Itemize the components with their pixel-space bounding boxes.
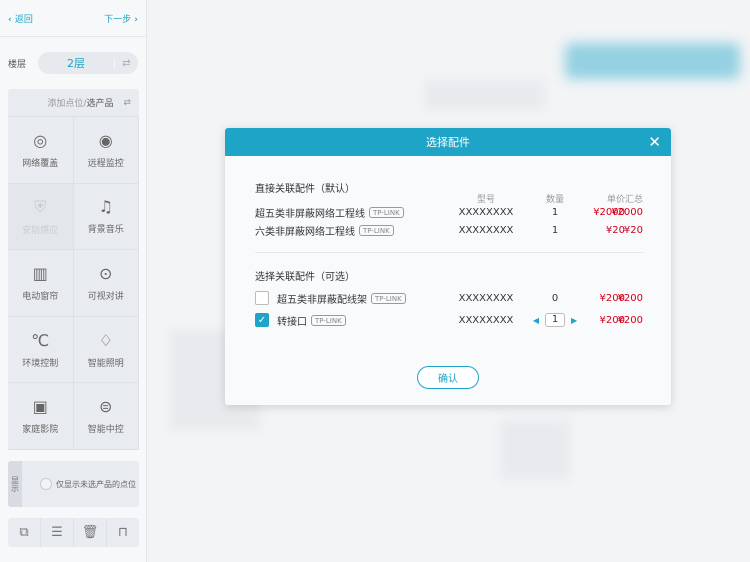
accessory-row: ✓ 转接口 TP-LINK XXXXXXXX ◀ 1 ▶ ¥200 ¥200 — [255, 313, 643, 328]
camera-icon: ◉ — [98, 130, 113, 150]
category-label: 环境控制 — [22, 358, 59, 369]
chevron-left-icon: ‹ — [8, 14, 12, 25]
header-model: 型号 — [476, 194, 495, 205]
list-search-icon[interactable]: ☰ — [41, 518, 74, 547]
swap-icon: ⇄ — [123, 97, 131, 108]
model-value: XXXXXXXX — [458, 224, 514, 236]
qty-value: 1 — [551, 206, 559, 218]
back-label: 返回 — [14, 14, 33, 25]
temperature-icon: ℃ — [31, 330, 50, 350]
model-value: XXXXXXXX — [458, 206, 514, 218]
shield-icon: ⛨ — [34, 196, 47, 216]
category-label: 安防感应 — [22, 225, 59, 236]
model-value: XXXXXXXX — [458, 314, 514, 326]
header-total: 汇总 — [624, 194, 643, 205]
category-label: 远程监控 — [87, 158, 124, 169]
category-video[interactable]: ▣ 家庭影院 — [8, 383, 74, 450]
category-label: 背景音乐 — [87, 225, 124, 236]
accessory-row: 超五类非屏蔽网络工程线 TP-LINK XXXXXXXX 1 ¥2000 ¥2000 — [255, 205, 643, 220]
curtain-icon: ▥ — [32, 263, 48, 283]
category-label: 可视对讲 — [87, 291, 124, 302]
chevron-right-icon: › — [134, 14, 138, 25]
select-accessories-dialog: 选择配件 ✕ 直接关联配件（默认） 型号 数量 单价 汇总 超五类非屏蔽网络工程线… — [225, 128, 671, 405]
video-icon: ▣ — [32, 397, 48, 417]
next-label: 下一步 — [104, 14, 132, 25]
accessory-row: 六类非屏蔽网络工程线 TP-LINK XXXXXXXX 1 ¥20 ¥20 — [255, 223, 643, 238]
category-label: 智能照明 — [87, 358, 124, 369]
intercom-icon: ⊙ — [99, 263, 113, 283]
floor-value: 2层 — [67, 57, 85, 70]
category-camera[interactable]: ◉ 远程监控 — [73, 117, 139, 184]
category-label: 网络覆盖 — [22, 158, 59, 169]
optional-section-title: 选择关联配件（可选） — [255, 272, 355, 283]
category-grid: 添加点位/选产品 ⇄ ◎ 网络覆盖 ◉ 远程监控 ⛨ 安防感应 ♫ 背景音乐 ▥ 电动窗帘 ⊙ 可视对讲… — [8, 89, 139, 450]
add-point-label: 添加点位/ — [47, 99, 87, 109]
grid-header[interactable]: 添加点位/选产品 ⇄ — [8, 89, 139, 117]
sidebar: ‹ 返回 下一步 › 楼层 2层 ⇄ 添加点位/选产品 ⇄ ◎ 网络覆盖 ◉ 远程监控 ⛨… — [0, 0, 147, 562]
confirm-button[interactable]: 确认 — [417, 366, 479, 389]
accessory-row: 超五类非屏蔽配线架 TP-LINK XXXXXXXX 0 ¥200 ¥200 — [255, 291, 643, 306]
image-edit-icon[interactable]: ⧉ — [8, 518, 41, 547]
header-qty: 数量 — [545, 194, 564, 205]
decrement-icon[interactable]: ◀ — [533, 316, 539, 325]
brand-tag: TP-LINK — [369, 206, 404, 218]
qty-input[interactable]: 1 — [545, 313, 565, 327]
control-icon: ⊜ — [99, 397, 113, 417]
dialog-title: 选择配件 — [426, 136, 470, 149]
accessory-name: 转接口 — [277, 316, 307, 328]
category-control[interactable]: ⊜ 智能中控 — [73, 383, 139, 450]
close-icon[interactable]: ✕ — [648, 133, 661, 151]
category-intercom[interactable]: ⊙ 可视对讲 — [73, 250, 139, 317]
toolbar: ⧉ ☰ 🗑 ⊓ — [8, 518, 139, 547]
category-shield[interactable]: ⛨ 安防感应 — [8, 183, 74, 251]
qty-stepper[interactable]: ◀ 1 ▶ — [530, 313, 580, 327]
category-music[interactable]: ♫ 背景音乐 — [73, 183, 139, 251]
category-curtain[interactable]: ▥ 电动窗帘 — [8, 250, 74, 317]
next-button[interactable]: 下一步 › — [104, 12, 138, 25]
floor-selector: 楼层 2层 ⇄ — [8, 52, 138, 74]
unselected-only-label: 仅显示未选产品的点位 — [56, 479, 136, 489]
brand-tag: TP-LINK — [359, 224, 394, 236]
total-price: ¥200 — [617, 314, 643, 326]
lamp-icon: ♢ — [98, 330, 113, 350]
divider — [255, 252, 643, 253]
display-filter: 显示 仅显示未选产品的点位 — [8, 461, 139, 507]
qty-value: 1 — [551, 224, 559, 236]
display-tag: 显示 — [8, 461, 22, 507]
select-product-label: 选产品 — [86, 99, 114, 109]
total-price: ¥20 — [623, 224, 643, 236]
qty-value: 0 — [551, 292, 559, 304]
category-label: 智能中控 — [87, 425, 124, 436]
swap-icon[interactable]: ⇄ — [114, 57, 138, 69]
wifi-tower-icon: ◎ — [33, 130, 48, 150]
accessory-name: 六类非屏蔽网络工程线 — [255, 226, 355, 238]
dialog-header: 选择配件 ✕ — [225, 128, 671, 156]
brand-tag: TP-LINK — [371, 292, 406, 304]
category-temperature[interactable]: ℃ 环境控制 — [8, 316, 74, 384]
accessory-checkbox[interactable] — [255, 291, 269, 305]
total-price: ¥2000 — [611, 206, 643, 218]
category-lamp[interactable]: ♢ 智能照明 — [73, 316, 139, 384]
column-headers: 型号 数量 单价 汇总 — [255, 191, 643, 205]
top-nav: ‹ 返回 下一步 › — [0, 0, 146, 37]
category-label: 电动窗帘 — [22, 291, 59, 302]
back-button[interactable]: ‹ 返回 — [8, 12, 33, 25]
unselected-only-radio[interactable] — [40, 478, 52, 490]
total-price: ¥200 — [617, 292, 643, 304]
category-wifi-tower[interactable]: ◎ 网络覆盖 — [8, 117, 74, 184]
bag-icon[interactable]: ⊓ — [107, 518, 139, 547]
music-icon: ♫ — [98, 197, 113, 217]
floor-pill[interactable]: 2层 ⇄ — [38, 52, 138, 74]
model-value: XXXXXXXX — [458, 292, 514, 304]
floor-label: 楼层 — [8, 59, 27, 70]
brand-tag: TP-LINK — [311, 314, 346, 326]
trash-icon[interactable]: 🗑 — [74, 518, 107, 547]
accessory-name: 超五类非屏蔽网络工程线 — [255, 208, 365, 220]
accessory-checkbox[interactable]: ✓ — [255, 313, 269, 327]
category-label: 家庭影院 — [22, 425, 59, 436]
accessory-name: 超五类非屏蔽配线架 — [277, 294, 367, 306]
